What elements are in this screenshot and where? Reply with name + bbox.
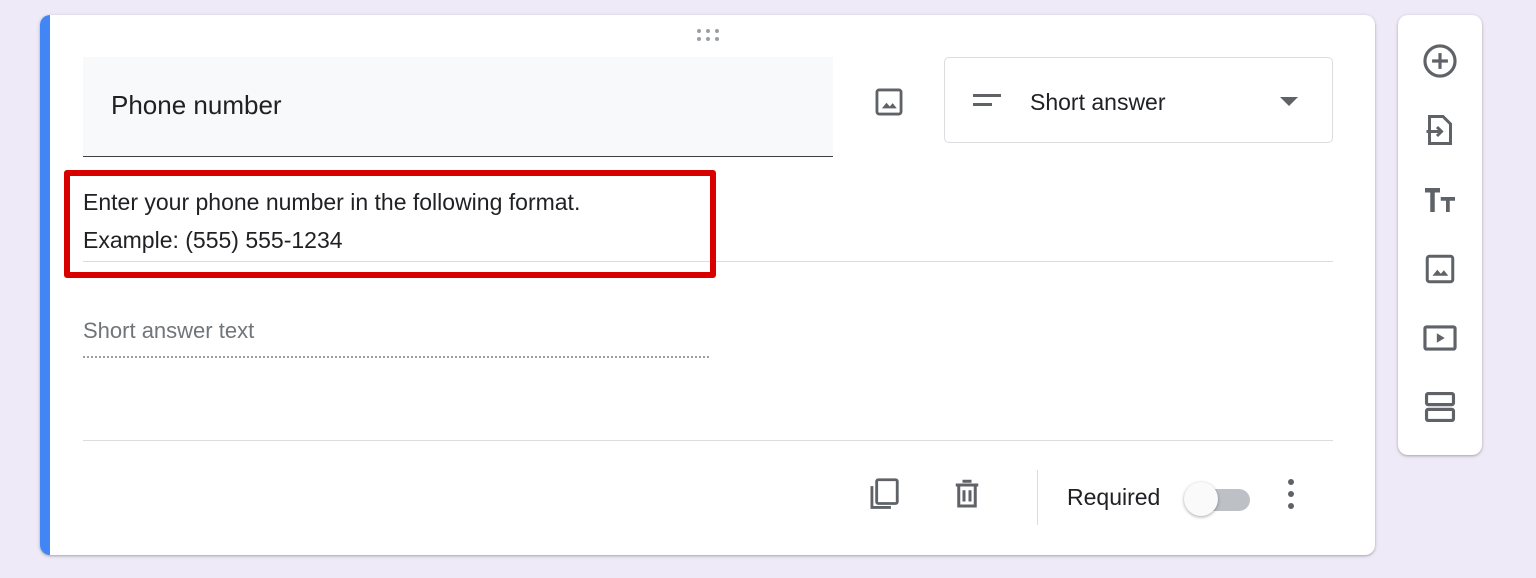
short-answer-icon — [973, 94, 1001, 106]
duplicate-icon — [870, 478, 899, 509]
add-question-button[interactable] — [1416, 37, 1464, 85]
toggle-thumb — [1184, 482, 1218, 516]
delete-button[interactable] — [943, 470, 991, 518]
more-options-button[interactable] — [1267, 470, 1315, 518]
add-video-icon — [1423, 325, 1457, 351]
highlight-annotation — [64, 170, 716, 278]
active-card-indicator — [40, 15, 50, 555]
question-type-dropdown[interactable]: Short answer — [944, 57, 1333, 143]
import-questions-button[interactable] — [1416, 106, 1464, 154]
side-toolbar — [1398, 15, 1482, 455]
question-type-label: Short answer — [1030, 89, 1166, 115]
add-section-button[interactable] — [1416, 383, 1464, 431]
add-image-button[interactable] — [1416, 245, 1464, 293]
footer-separator — [1037, 470, 1038, 525]
duplicate-button[interactable] — [859, 470, 907, 518]
question-card[interactable]: Phone number Short answer Enter your pho… — [40, 15, 1375, 555]
footer-divider — [83, 440, 1333, 441]
drag-handle[interactable] — [694, 27, 724, 45]
dropdown-caret-icon — [1280, 97, 1298, 106]
add-section-icon — [1424, 391, 1456, 423]
trash-icon — [955, 479, 979, 508]
short-answer-underline — [83, 356, 709, 358]
more-vert-icon — [1288, 479, 1294, 509]
question-title: Phone number — [111, 90, 282, 120]
add-title-icon — [1425, 188, 1455, 212]
required-label: Required — [1067, 484, 1161, 510]
add-image-icon — [1425, 254, 1455, 284]
import-questions-icon — [1426, 115, 1452, 145]
add-image-button[interactable] — [866, 79, 912, 125]
required-toggle[interactable] — [1184, 481, 1252, 517]
add-video-button[interactable] — [1416, 314, 1464, 362]
short-answer-placeholder: Short answer text — [83, 318, 255, 343]
add-title-button[interactable] — [1416, 176, 1464, 224]
question-title-field[interactable]: Phone number — [83, 57, 833, 157]
image-icon — [875, 88, 903, 116]
add-question-icon — [1423, 44, 1457, 78]
